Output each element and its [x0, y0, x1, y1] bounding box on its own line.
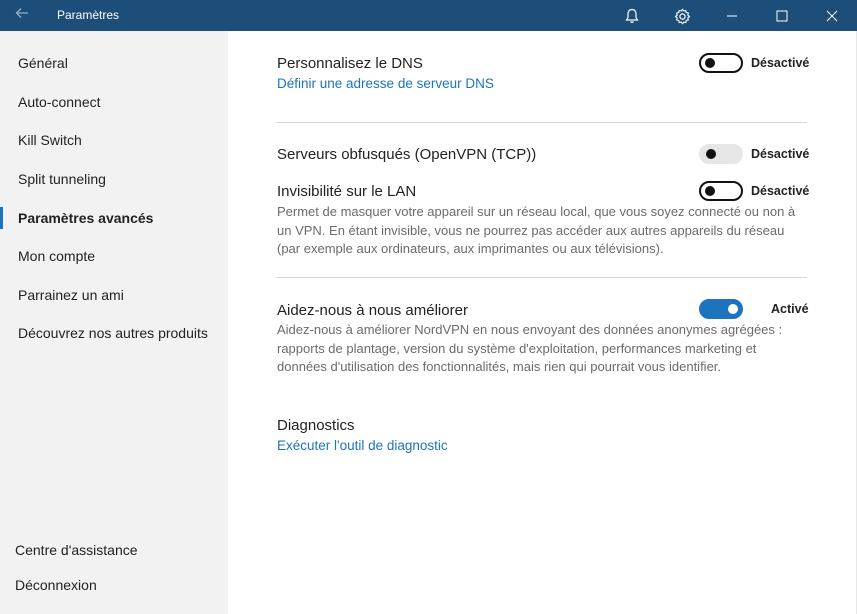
improve-toggle[interactable] — [699, 299, 743, 319]
bell-icon[interactable] — [621, 5, 643, 27]
lan-setting-title: Invisibilité sur le LAN — [277, 183, 417, 200]
sidebar-item-general[interactable]: Général — [0, 48, 228, 78]
divider — [277, 122, 807, 123]
dns-server-link[interactable]: Définir une adresse de serveur DNS — [277, 76, 494, 91]
lan-toggle-state: Désactivé — [751, 184, 810, 198]
obfuscated-toggle — [699, 144, 743, 164]
toggle-knob — [705, 58, 715, 68]
sidebar-item-other-products[interactable]: Découvrez nos autres produits — [0, 318, 228, 348]
settings-panel: Personnalisez le DNS Définir une adresse… — [228, 31, 857, 614]
logout-link[interactable]: Déconnexion — [15, 577, 97, 593]
dns-setting-title: Personnalisez le DNS — [277, 55, 423, 72]
improve-description: Aidez-nous à améliorer NordVPN en nous e… — [277, 322, 783, 375]
dns-toggle[interactable] — [699, 53, 743, 73]
sidebar-item-kill-switch[interactable]: Kill Switch — [0, 125, 228, 155]
help-center-link[interactable]: Centre d'assistance — [15, 542, 138, 558]
divider — [277, 277, 807, 278]
title-bar: Paramètres — [0, 0, 857, 31]
improve-toggle-state: Activé — [771, 302, 809, 316]
sidebar-item-auto-connect[interactable]: Auto-connect — [0, 87, 228, 117]
close-icon[interactable] — [821, 5, 843, 27]
maximize-icon[interactable] — [771, 5, 793, 27]
toggle-knob — [705, 186, 715, 196]
sidebar-item-account[interactable]: Mon compte — [0, 241, 228, 271]
improve-setting-title: Aidez-nous à nous améliorer — [277, 302, 468, 319]
sidebar: Général Auto-connect Kill Switch Split t… — [0, 31, 228, 614]
dns-toggle-state: Désactivé — [751, 56, 810, 70]
window-title: Paramètres — [57, 8, 120, 22]
back-arrow-icon[interactable] — [12, 5, 32, 25]
sidebar-item-refer-friend[interactable]: Parrainez un ami — [0, 280, 228, 310]
obfuscated-setting-title: Serveurs obfusqués (OpenVPN (TCP)) — [277, 146, 537, 163]
diagnostics-link[interactable]: Exécuter l'outil de diagnostic — [277, 438, 448, 453]
lan-description: Permet de masquer votre appareil sur un … — [277, 204, 796, 257]
sidebar-item-split-tunneling[interactable]: Split tunneling — [0, 164, 228, 194]
sidebar-item-advanced-settings[interactable]: Paramètres avancés — [0, 203, 228, 233]
lan-toggle[interactable] — [699, 181, 743, 201]
minimize-icon[interactable] — [721, 5, 743, 27]
toggle-knob — [728, 304, 738, 314]
toggle-knob — [706, 149, 716, 159]
gear-icon[interactable] — [671, 5, 693, 27]
obfuscated-toggle-state: Désactivé — [751, 147, 810, 161]
diagnostics-title: Diagnostics — [277, 417, 355, 434]
